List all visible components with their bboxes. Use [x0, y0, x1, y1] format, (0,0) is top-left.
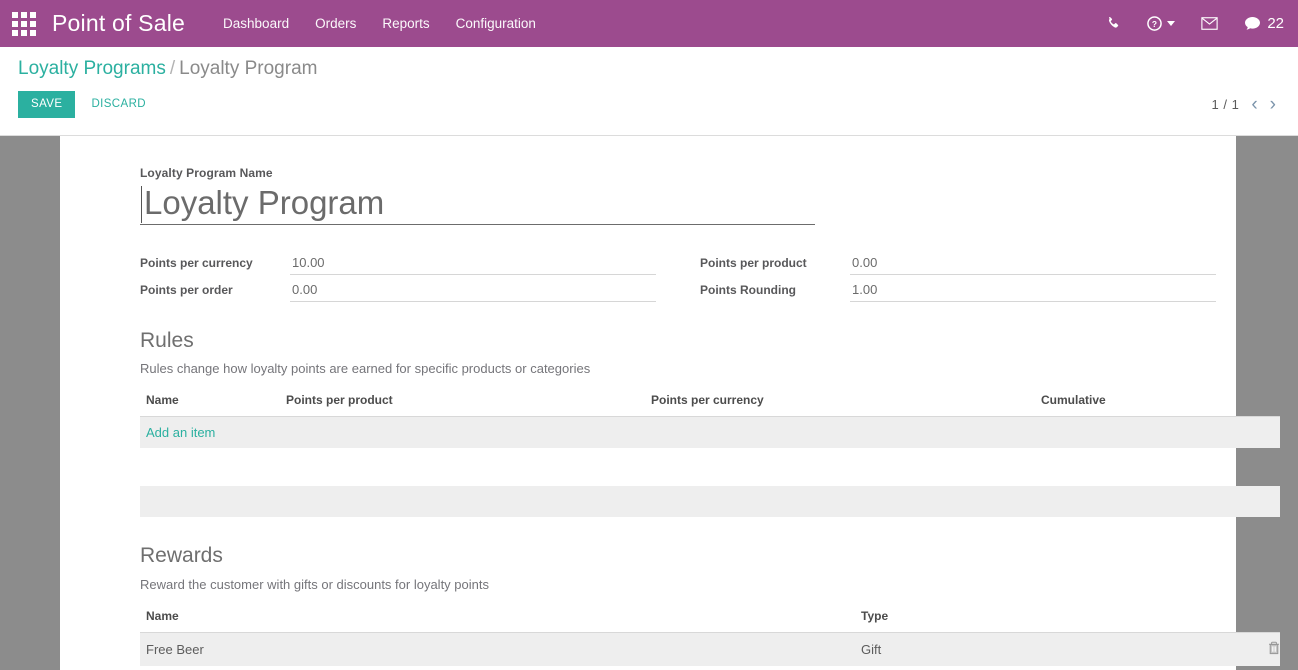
save-button[interactable]: SAVE	[18, 91, 76, 118]
apps-grid-cell	[21, 20, 27, 27]
rewards-title: Rewards	[140, 544, 223, 568]
chat-icon[interactable]: 22	[1244, 16, 1284, 31]
form-sheet: Loyalty Program Name Loyalty Program Poi…	[60, 136, 1280, 670]
program-name-input-wrap[interactable]: Loyalty Program	[140, 182, 815, 226]
rewards-cell-name[interactable]: Free Beer	[140, 632, 855, 666]
field-points-per-currency: Points per currency 10.00	[140, 248, 656, 276]
apps-grid-cell	[12, 20, 18, 27]
rewards-subtitle: Reward the customer with gifts or discou…	[140, 576, 489, 592]
top-navbar: Point of Sale Dashboard Orders Reports C…	[0, 0, 1298, 47]
rewards-cell-type[interactable]: Gift	[855, 632, 1240, 666]
settings-column-left: Points per currency 10.00 Points per ord…	[140, 248, 656, 303]
field-label-points-per-order: Points per order	[140, 283, 233, 298]
program-name-group: Loyalty Program Name Loyalty Program	[140, 166, 1216, 226]
apps-grid-cell	[21, 29, 27, 36]
program-name-label: Loyalty Program Name	[140, 166, 273, 180]
rules-subtitle: Rules change how loyalty points are earn…	[140, 361, 591, 377]
pager-counter: 1 / 1	[1211, 97, 1240, 112]
rules-add-cell[interactable]: Add an item	[140, 416, 1280, 449]
rules-add-row[interactable]: Add an item	[140, 416, 1280, 449]
rewards-table-wrap: Name Type Free Beer Gift	[140, 608, 1280, 670]
text-cursor	[141, 186, 142, 223]
rules-table-wrap: Name Points per product Points per curre…	[140, 393, 1280, 449]
chevron-down-icon	[1167, 21, 1176, 26]
field-label-points-per-currency: Points per currency	[140, 256, 253, 271]
rewards-table-header-row: Name Type	[140, 608, 1280, 633]
field-points-per-order: Points per order 0.00	[140, 275, 656, 303]
discard-button[interactable]: DISCARD	[89, 91, 148, 117]
control-panel: Loyalty Programs / Loyalty Program SAVE DI…	[0, 47, 1298, 136]
menu-item-configuration[interactable]: Configuration	[456, 16, 536, 31]
rewards-section: Rewards Reward the customer with gifts o…	[140, 543, 1280, 670]
rules-table-header-row: Name Points per product Points per curre…	[140, 393, 1280, 418]
rules-title: Rules	[140, 329, 194, 353]
help-icon[interactable]: ?	[1147, 16, 1176, 31]
rules-column-name: Name	[140, 393, 280, 418]
apps-grid-cell	[12, 29, 18, 36]
breadcrumb: Loyalty Programs / Loyalty Program	[18, 59, 1276, 78]
app-brand-title: Point of Sale	[52, 10, 186, 36]
menu-item-reports[interactable]: Reports	[382, 16, 429, 31]
breadcrumb-separator: /	[169, 58, 176, 79]
settings-column-right: Points per product 0.00 Points Rounding …	[700, 248, 1216, 303]
rewards-column-name: Name	[140, 608, 855, 633]
apps-grid-cell	[30, 20, 36, 27]
rules-column-points-per-product: Points per product	[280, 393, 645, 418]
phone-icon[interactable]	[1106, 16, 1121, 31]
breadcrumb-current: Loyalty Program	[179, 58, 318, 79]
apps-grid-cell	[30, 11, 36, 18]
record-pager: 1 / 1 ‹ ›	[1212, 95, 1276, 114]
rules-empty-band	[140, 486, 1280, 518]
table-row[interactable]: Free Beer Gift	[140, 632, 1280, 666]
rules-table: Name Points per product Points per curre…	[140, 393, 1280, 449]
field-input-points-rounding[interactable]: 1.00	[850, 283, 1216, 303]
mail-icon[interactable]	[1201, 17, 1218, 30]
apps-grid-icon[interactable]	[10, 10, 38, 38]
main-menu: Dashboard Orders Reports Configuration	[223, 16, 536, 31]
field-label-points-rounding: Points Rounding	[700, 283, 796, 298]
menu-item-orders[interactable]: Orders	[315, 16, 356, 31]
message-count-badge: 22	[1267, 15, 1284, 32]
field-input-points-per-product[interactable]: 0.00	[850, 256, 1216, 276]
menu-item-dashboard[interactable]: Dashboard	[223, 16, 289, 31]
action-button-row: SAVE DISCARD	[18, 91, 1276, 118]
rewards-cell-actions	[1240, 632, 1280, 666]
field-input-points-per-order[interactable]: 0.00	[290, 283, 656, 303]
pager-next-button[interactable]: ›	[1270, 95, 1276, 114]
pager-previous-button[interactable]: ‹	[1251, 95, 1257, 114]
apps-grid-cell	[12, 11, 18, 18]
rewards-column-actions	[1240, 608, 1280, 633]
breadcrumb-link-loyalty-programs[interactable]: Loyalty Programs	[18, 58, 166, 79]
rules-add-an-item-link[interactable]: Add an item	[146, 425, 215, 440]
field-label-points-per-product: Points per product	[700, 256, 807, 271]
program-name-input[interactable]: Loyalty Program	[140, 182, 815, 223]
navbar-right-group: ? 22	[1106, 16, 1284, 31]
rewards-column-type: Type	[855, 608, 1240, 633]
settings-fields: Points per currency 10.00 Points per ord…	[140, 248, 1216, 303]
rules-column-cumulative: Cumulative	[1035, 393, 1280, 418]
field-points-rounding: Points Rounding 1.00	[700, 275, 1216, 303]
rules-section: Rules Rules change how loyalty points ar…	[140, 328, 1280, 518]
rules-column-points-per-currency: Points per currency	[645, 393, 1035, 418]
field-input-points-per-currency[interactable]: 10.00	[290, 256, 656, 276]
rewards-table: Name Type Free Beer Gift	[140, 608, 1280, 666]
apps-grid-cell	[21, 11, 27, 18]
apps-grid-cell	[30, 29, 36, 36]
form-canvas: Loyalty Program Name Loyalty Program Poi…	[0, 136, 1298, 670]
trash-icon[interactable]	[1268, 641, 1280, 658]
svg-text:?: ?	[1152, 19, 1157, 29]
field-points-per-product: Points per product 0.00	[700, 248, 1216, 276]
